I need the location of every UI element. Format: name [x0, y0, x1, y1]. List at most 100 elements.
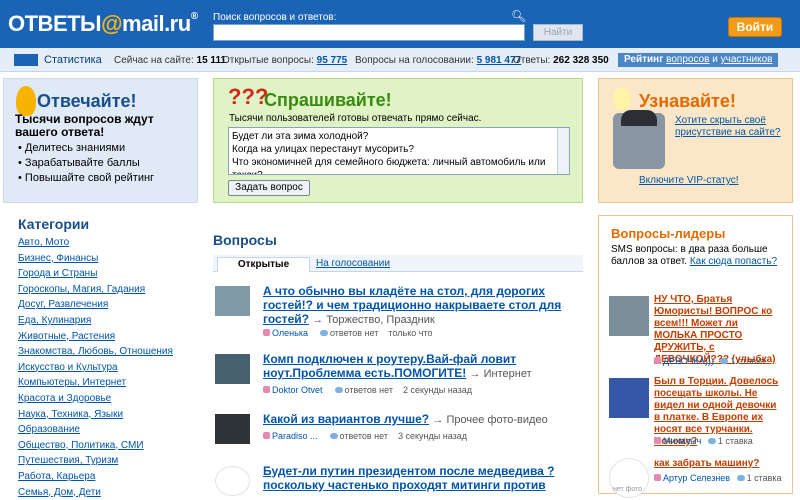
category-link[interactable]: Знакомства, Любовь, Отношения	[18, 346, 173, 357]
category-link[interactable]: Компьютеры, Интернет	[18, 377, 126, 388]
stat-answers-label: Ответы:	[513, 55, 551, 66]
category-link[interactable]: Авто, Мото	[18, 237, 69, 248]
rating-label: Рейтинг	[624, 54, 664, 65]
leader-user[interactable]: Артур Селезнев	[663, 473, 730, 483]
leader-user[interactable]: ДЕВОЧКА)))	[663, 356, 714, 366]
leader-bet: 1 ставка	[717, 436, 753, 446]
ask-lead: Тысячи пользователей готовы отвечать пря…	[229, 113, 482, 124]
ask-example: Будет ли эта зима холодной?	[232, 131, 369, 142]
answer-title: Отвечайте!	[37, 91, 137, 111]
login-button[interactable]: Войти	[728, 17, 782, 37]
bet-icon	[720, 358, 729, 364]
stat-online: Сейчас на сайте: 15 111	[114, 55, 226, 66]
rating-users-link[interactable]: участников	[721, 54, 773, 65]
search-button[interactable]: Найти	[533, 24, 583, 41]
benefit-item: Зарабатывайте баллы	[18, 156, 154, 171]
stat-answers: Ответы: 262 328 350	[513, 55, 609, 66]
question-text: А что обычно вы кладёте на стол, для дор…	[263, 284, 562, 326]
user-icon	[654, 357, 661, 364]
rating-questions-link[interactable]: вопросов	[666, 54, 709, 65]
rating-and: и	[712, 54, 718, 65]
answer-lead: Тысячи вопросов ждут вашего ответа!	[15, 112, 154, 139]
leader-meta: Артур Селезнев 1 ставка	[654, 473, 782, 483]
category-link[interactable]: Общество, Политика, СМИ	[18, 440, 144, 451]
question-thumbnail[interactable]	[215, 354, 250, 384]
learn-title: Узнавайте!	[639, 91, 736, 111]
hide-presence-link[interactable]: Хотите скрыть своё присутствие на сайте?	[675, 115, 787, 139]
ask-title: Спрашивайте!	[264, 90, 392, 110]
leader-thumbnail[interactable]	[609, 296, 649, 336]
question-thumbnail[interactable]	[215, 286, 250, 316]
question-text: Будет-ли путин президентом после медведи…	[263, 464, 593, 492]
category-link[interactable]: Города и Страны	[18, 268, 97, 279]
category-link[interactable]: Еда, Кулинария	[18, 315, 91, 326]
bet-icon	[707, 438, 716, 444]
question-text: Комп подключен к роутеру.Вай-фай ловит н…	[263, 352, 532, 380]
question-text: Какой из вариантов лучше? → Прочее фото-…	[263, 412, 548, 426]
stat-answers-value: 262 328 350	[553, 55, 609, 66]
bet-icon	[736, 475, 745, 481]
category-link[interactable]: Образование	[18, 424, 80, 435]
question-user[interactable]: Оленька	[272, 328, 308, 338]
question-answers: ответов нет	[344, 385, 393, 395]
question-category[interactable]: Прочее фото-видео	[447, 414, 548, 426]
how-to-get-here-link[interactable]: Как сюда попасть?	[690, 256, 777, 267]
leader-user[interactable]: Михалыч	[663, 436, 701, 446]
question-link[interactable]: Какой из вариантов лучше?	[263, 412, 429, 426]
leader-meta: ДЕВОЧКА))) 1 ставка	[654, 356, 765, 366]
category-link[interactable]: Бизнес, Финансы	[18, 253, 98, 264]
leader-bet: 1 ставка	[746, 473, 782, 483]
category-link[interactable]: Животные, Растения	[18, 331, 115, 342]
tab-voting[interactable]: На голосовании	[313, 257, 393, 272]
logo-text-post: mail.ru	[122, 11, 191, 36]
stats-bar: Статистика Сейчас на сайте: 15 111 Откры…	[0, 48, 800, 72]
stat-open: Открытые вопросы: 95 775	[222, 55, 347, 66]
textarea-scrollbar[interactable]	[557, 128, 569, 174]
user-icon	[263, 386, 270, 393]
search-label: Поиск вопросов и ответов:	[213, 12, 337, 23]
ask-promo-box: ??? Спрашивайте! Тысячи пользователей го…	[213, 78, 583, 203]
logo-text-pre: ОТВЕТЫ	[8, 11, 102, 36]
question-link[interactable]: Будет-ли путин президентом после медведи…	[263, 464, 555, 492]
stat-open-value[interactable]: 95 775	[317, 55, 348, 66]
question-answers: ответов нет	[329, 328, 379, 338]
category-link[interactable]: Гороскопы, Магия, Гадания	[18, 284, 145, 295]
user-placeholder-icon	[215, 466, 250, 496]
ask-textarea[interactable]: Будет ли эта зима холодной? Когда на ули…	[228, 127, 570, 175]
question-meta: Paradiso ... ответов нет 3 секунды назад	[263, 431, 467, 441]
stats-title: Статистика	[44, 54, 102, 66]
question-user[interactable]: Doktor Otvet	[272, 385, 323, 395]
leader-question[interactable]: как забрать машину?	[654, 458, 784, 470]
category-link[interactable]: Наука, Техника, Языки	[18, 409, 123, 420]
answers-icon	[334, 387, 343, 393]
category-link[interactable]: Путешествия, Туризм	[18, 455, 118, 466]
benefit-item: Делитесь знаниями	[18, 141, 154, 156]
vip-status-link[interactable]: Включите VIP-статус!	[639, 175, 739, 186]
zoom-plus-icon[interactable]: 🔍︎	[511, 9, 526, 23]
ask-example: Когда на улицах перестанут мусорить?	[232, 144, 414, 155]
answers-icon	[319, 330, 328, 336]
category-link[interactable]: Искусство и Культура	[18, 362, 118, 373]
ask-question-button[interactable]: Задать вопрос	[228, 180, 310, 196]
question-category[interactable]: Интернет	[484, 368, 532, 380]
question-meta: Оленька ответов нет только что	[263, 328, 432, 338]
question-answers: ответов нет	[339, 431, 388, 441]
site-logo[interactable]: ОТВЕТЫ@mail.ru®	[8, 11, 198, 37]
category-link[interactable]: Семья, Дом, Дети	[18, 487, 101, 498]
no-photo-label: нет фото	[613, 486, 643, 493]
chart-icon	[14, 54, 38, 66]
categories-title: Категории	[18, 216, 90, 232]
category-link[interactable]: Красота и Здоровье	[18, 393, 111, 404]
search-input[interactable]	[213, 24, 525, 41]
question-thumbnail[interactable]	[215, 414, 250, 444]
question-marks-icon: ???	[228, 84, 269, 109]
category-link[interactable]: Работа, Карьера	[18, 471, 95, 482]
lightbulb-icon	[613, 87, 631, 111]
leader-thumbnail[interactable]	[609, 378, 649, 418]
question-user[interactable]: Paradiso ...	[272, 431, 318, 441]
question-meta: Doktor Otvet ответов нет 2 секунды назад	[263, 385, 472, 395]
learn-promo-box: Узнавайте! Хотите скрыть своё присутстви…	[598, 78, 793, 203]
question-category[interactable]: Торжество, Праздник	[326, 314, 434, 326]
tab-open[interactable]: Открытые	[217, 257, 310, 272]
category-link[interactable]: Досуг, Развлечения	[18, 299, 108, 310]
